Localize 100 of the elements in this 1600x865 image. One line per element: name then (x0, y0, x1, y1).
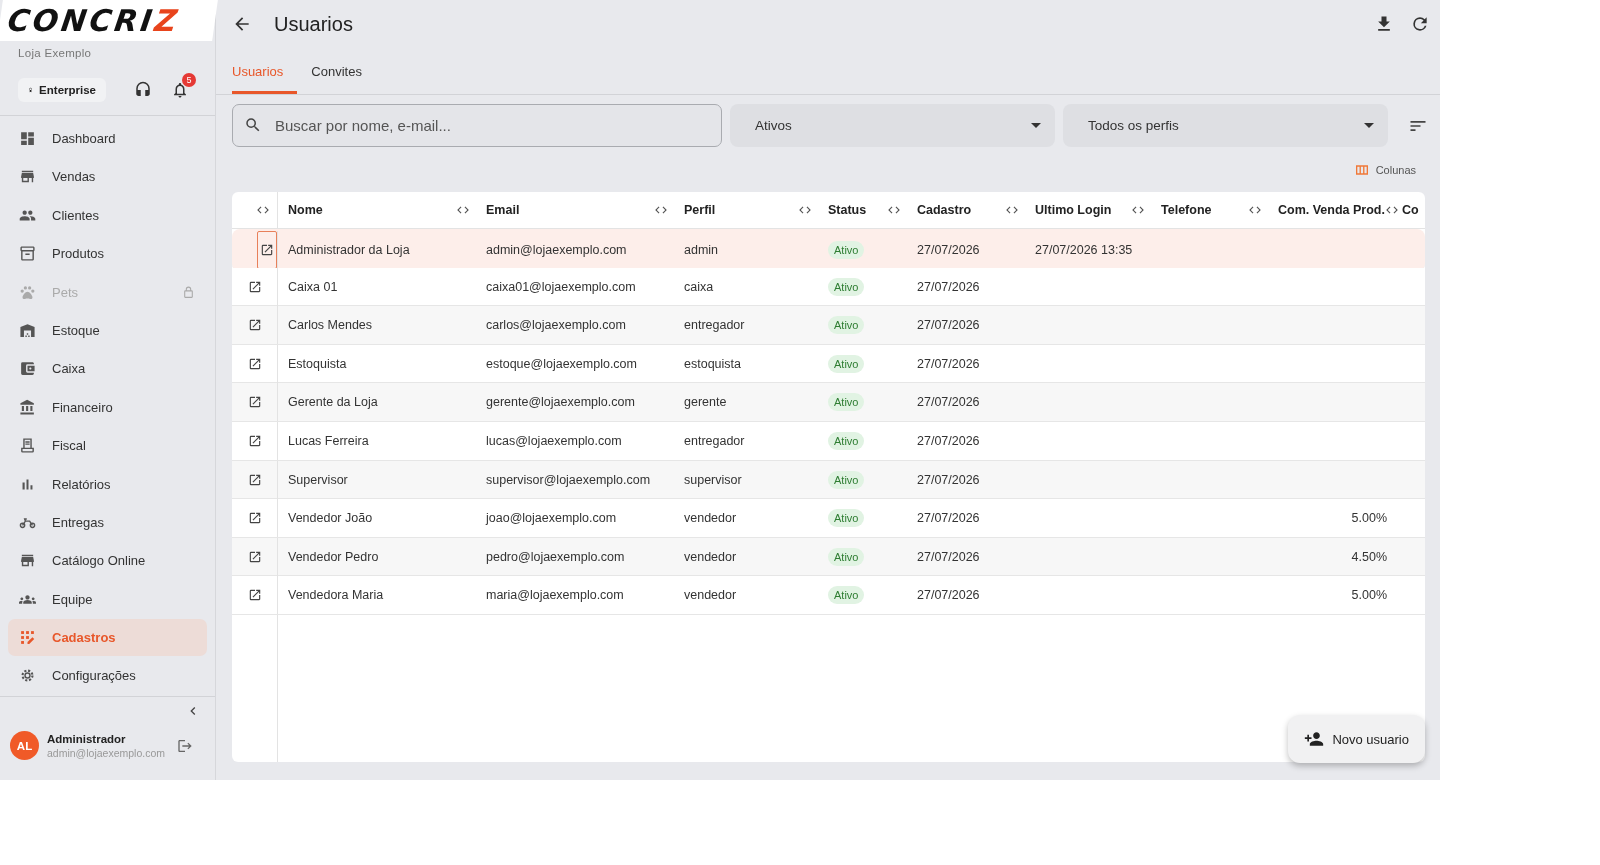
user-name: Administrador (47, 732, 127, 745)
table-row[interactable]: Caixa 01 caixa01@lojaexemplo.com caixa Ativo 27/07/2026 (232, 267, 1425, 307)
table-row[interactable]: Gerente da Loja gerente@lojaexemplo.com gerente Ativo 27/07/2026 (232, 383, 1425, 422)
table-cell: 27/07/2026 (917, 356, 980, 371)
table-row[interactable]: Vendedora Maria maria@lojaexemplo.com vendedor Ativo 27/07/2026 5.00% (232, 576, 1425, 615)
columns-button[interactable]: Colunas (1353, 159, 1416, 181)
status-badge: Ativo (828, 241, 865, 259)
caret-icon (1031, 123, 1041, 128)
table-cell: supervisor (684, 472, 742, 487)
nav-item[interactable]: Caixa (8, 350, 207, 388)
table-cell: caixa (684, 279, 714, 294)
table-cell: vendedor (684, 588, 737, 603)
open-external-icon (247, 318, 262, 333)
wallet-icon (19, 360, 36, 378)
status-badge: Ativo (828, 547, 865, 566)
column-header[interactable]: Nome (288, 203, 323, 217)
table-row[interactable]: Estoquista estoque@lojaexemplo.com estoquista Ativo 27/07/2026 (232, 344, 1425, 384)
table-row[interactable]: Carlos Mendes carlos@lojaexemplo.com entregador Ativo 27/07/2026 (232, 306, 1425, 345)
table-cell: estoque@lojaexemplo.com (486, 356, 637, 371)
table-row[interactable]: Supervisor supervisor@lojaexemplo.com supervisor Ativo 27/07/2026 (232, 460, 1425, 500)
person-add-icon (1304, 729, 1325, 749)
nav-item[interactable]: Catálogo Online (8, 542, 207, 580)
table-cell: 5.00% (1351, 511, 1387, 526)
table-cell: Vendedor João (288, 511, 373, 526)
table-cell: 27/07/2026 (917, 588, 980, 603)
user-avatar: AL (10, 731, 39, 760)
table-cell: Vendedor Pedro (288, 549, 379, 564)
user-email: admin@lojaexemplo.com (47, 746, 166, 759)
open-external-icon (247, 279, 262, 294)
logout-icon[interactable] (177, 737, 194, 754)
table-cell: 5.00% (1351, 588, 1387, 603)
column-header[interactable]: Perfil (684, 203, 716, 217)
table-cell: 27/07/2026 (917, 549, 980, 564)
column-header[interactable]: Status (828, 203, 867, 217)
table-cell: Vendedora Maria (288, 588, 384, 603)
nav-item[interactable]: Entregas (8, 503, 207, 541)
table-cell: vendedor (684, 511, 737, 526)
status-dropdown[interactable]: Ativos (730, 104, 1055, 147)
column-header[interactable]: Ultimo Login (1035, 203, 1112, 217)
table-cell: 27/07/2026 (917, 395, 980, 410)
column-header[interactable]: Email (486, 203, 520, 217)
logo: CONCRIZ (0, 0, 218, 41)
column-header[interactable]: Cadastro (917, 203, 972, 217)
receipt-icon (19, 437, 36, 455)
nav-item[interactable]: Relatórios (8, 465, 207, 503)
table-cell: 27/07/2026 (917, 318, 980, 333)
profile-dropdown[interactable]: Todos os perfis (1063, 104, 1388, 147)
table-row[interactable]: Vendedor Pedro pedro@lojaexemplo.com vendedor Ativo 27/07/2026 4.50% (232, 537, 1425, 577)
table-cell: entregador (684, 318, 745, 333)
table-cell: gerente (684, 395, 727, 410)
open-external-icon (247, 433, 262, 448)
open-external-icon (260, 243, 274, 257)
table-cell: admin (684, 243, 719, 257)
status-badge: Ativo (828, 393, 865, 412)
plan-badge[interactable]: Enterprise (18, 78, 106, 102)
table-cell: 27/07/2026 (917, 279, 980, 294)
search-field[interactable]: Buscar por nome, e-mail... (232, 104, 722, 147)
status-badge: Ativo (828, 431, 865, 450)
open-external-icon (247, 511, 262, 526)
table-cell: entregador (684, 433, 745, 448)
nav-item[interactable]: Estoque (8, 311, 207, 349)
refresh-icon[interactable] (1410, 14, 1430, 34)
bell-icon[interactable] (171, 81, 189, 99)
nav-item[interactable]: Clientes (8, 196, 207, 234)
table-cell: gerente@lojaexemplo.com (486, 395, 635, 410)
caret-icon (1364, 123, 1374, 128)
nav-item[interactable]: Configurações (8, 657, 207, 695)
bank-icon (19, 398, 36, 416)
search-icon (244, 116, 262, 134)
column-header[interactable]: Com. Venda Prod. (1278, 203, 1385, 217)
nav-item[interactable]: Produtos (8, 235, 207, 273)
column-header[interactable]: Telefone (1161, 203, 1212, 217)
nav-item[interactable]: Dashboard (8, 120, 207, 157)
table-cell: 27/07/2026 (917, 433, 980, 448)
paw-icon (19, 283, 36, 301)
table-cell: vendedor (684, 549, 737, 564)
status-badge: Ativo (828, 277, 865, 296)
headset-icon[interactable] (134, 81, 152, 99)
table-cell: Gerente da Loja (288, 395, 378, 410)
open-external-icon (247, 588, 262, 603)
tab[interactable]: Convites (311, 48, 376, 94)
table-row[interactable]: Lucas Ferreira lucas@lojaexemplo.com entregador Ativo 27/07/2026 (232, 421, 1425, 461)
nav-item[interactable]: Vendas (8, 158, 207, 196)
table-row[interactable]: Vendedor João joao@lojaexemplo.com vendedor Ativo 27/07/2026 5.00% (232, 499, 1425, 538)
table-cell: joao@lojaexemplo.com (486, 511, 617, 526)
table-cell: 27/07/2026 13:35 (1035, 243, 1133, 257)
column-header[interactable]: Co (1402, 203, 1419, 217)
status-badge: Ativo (828, 316, 865, 335)
table-cell: 27/07/2026 (917, 472, 980, 487)
new-user-button[interactable]: Novo usuario (1288, 715, 1425, 763)
table-cell: Carlos Mendes (288, 318, 373, 333)
table-cell: admin@lojaexemplo.com (486, 243, 627, 257)
table-cell: 27/07/2026 (917, 511, 980, 526)
nav-item[interactable]: Financeiro (8, 388, 207, 426)
nav-item[interactable]: Equipe (8, 580, 207, 618)
table-cell: estoquista (684, 356, 741, 371)
status-badge: Ativo (828, 354, 865, 373)
nav-item[interactable]: Fiscal (8, 427, 207, 465)
table-cell: carlos@lojaexemplo.com (486, 318, 626, 333)
page-title: Usuarios (274, 12, 353, 36)
